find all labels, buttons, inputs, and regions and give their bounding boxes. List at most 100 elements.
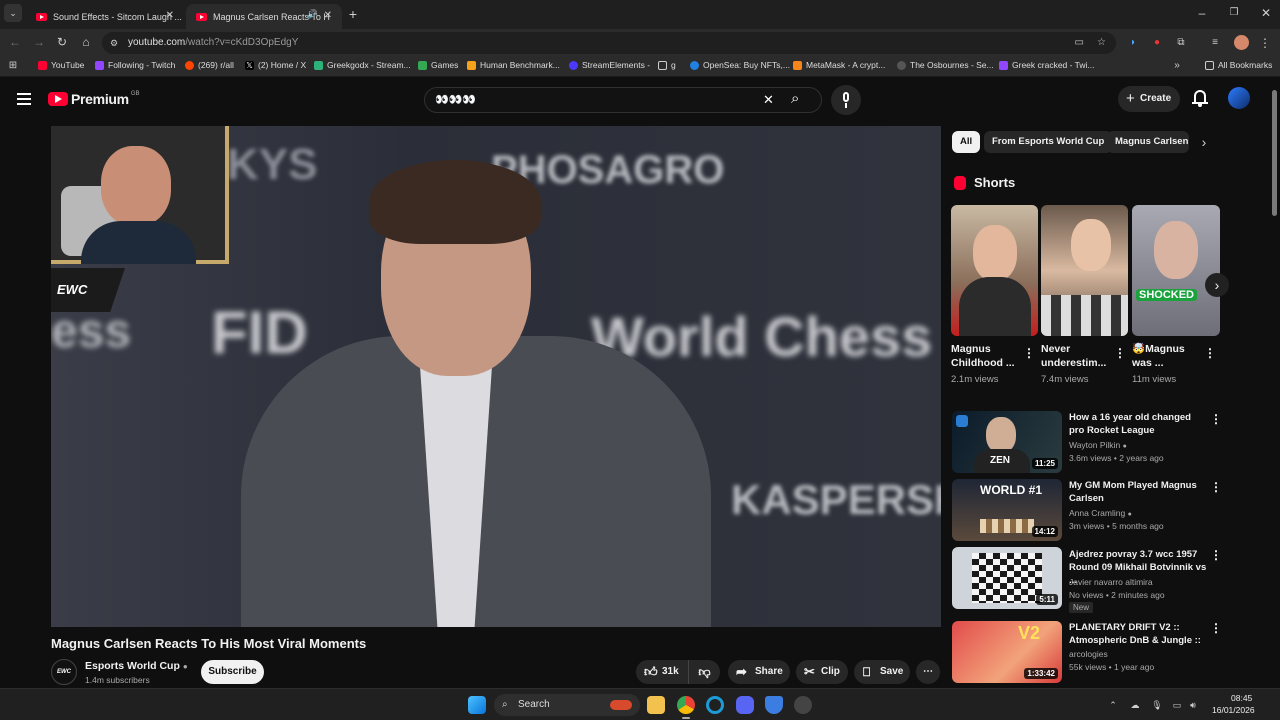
steam-icon[interactable] [794, 696, 812, 714]
short-more-icon[interactable]: ⋮ [1023, 346, 1035, 360]
chip-scroll-right-icon[interactable]: › [1196, 132, 1212, 152]
file-explorer-icon[interactable] [647, 696, 665, 714]
video-more-icon[interactable]: ⋮ [1210, 548, 1222, 562]
speaker-icon[interactable]: 🔊 [307, 9, 318, 20]
clear-search-icon[interactable]: ✕ [763, 92, 774, 108]
more-bookmarks-icon[interactable]: » [1170, 56, 1184, 76]
chip-all[interactable]: All [952, 131, 981, 153]
clock-date[interactable]: 16/01/2026 [1212, 705, 1255, 715]
profile-avatar[interactable] [1234, 35, 1249, 50]
channel-name[interactable]: arcologies [1069, 649, 1108, 659]
bookmark-folder-g[interactable]: g [658, 60, 676, 70]
tab-magnus-active[interactable]: Magnus Carlsen Reacts To H 🔊 ✕ [186, 4, 342, 29]
site-info-icon[interactable]: ⚙ [110, 32, 118, 54]
shield-app-icon[interactable] [765, 696, 783, 714]
short-more-icon[interactable]: ⋮ [1114, 346, 1126, 360]
channel-name[interactable]: Esports World Cup ● [85, 660, 188, 672]
bookmark-osbournes[interactable]: The Osbournes - Se... [897, 60, 994, 70]
bookmark-x[interactable]: 𝕏 (2) Home / X [245, 60, 306, 70]
short-thumbnail[interactable]: SHOCKED [1132, 205, 1220, 336]
maximize-icon[interactable]: ❐ [1224, 3, 1244, 23]
tab-sound-effects[interactable]: Sound Effects - Sitcom Laugh ... ✕ [26, 4, 184, 29]
channel-avatar[interactable] [1228, 87, 1250, 109]
close-icon[interactable]: ✕ [324, 10, 332, 21]
bookmark-metamask[interactable]: MetaMask - A crypt... [793, 60, 885, 70]
video-more-icon[interactable]: ⋮ [1210, 480, 1222, 494]
bookmark-opensea[interactable]: OpenSea: Buy NFTs,... [690, 60, 790, 70]
media-icon[interactable]: ≡ [1206, 33, 1224, 53]
extensions-puzzle-icon[interactable]: ⧉ [1172, 33, 1190, 53]
clip-button[interactable]: ✂ Clip [796, 660, 848, 684]
apps-grid-icon[interactable]: ⊞ [6, 56, 20, 76]
video-more-icon[interactable]: ⋮ [1210, 621, 1222, 635]
short-thumbnail[interactable] [1041, 205, 1128, 336]
bookmark-reddit[interactable]: (269) r/all [185, 60, 234, 70]
video-thumbnail[interactable]: 5:11 [952, 547, 1062, 609]
app-c-icon[interactable] [706, 696, 724, 714]
video-player[interactable]: KYS PHOSAGRO FID World Chess ess KASPERS… [51, 126, 941, 627]
menu-kebab-icon[interactable]: ⋮ [1258, 33, 1272, 53]
close-icon[interactable]: ✕ [166, 10, 174, 21]
bookmark-greek-cracked[interactable]: Greek cracked - Twi... [999, 60, 1095, 70]
voice-search-icon[interactable] [831, 85, 861, 115]
page-scrollbar[interactable] [1272, 90, 1277, 216]
channel-name[interactable]: Wayton Pilkin ● [1069, 440, 1127, 450]
search-input[interactable]: 👀👀👀 ✕ ⌕ [424, 87, 822, 113]
tray-onedrive-icon[interactable]: ☁ [1128, 695, 1142, 715]
more-actions-button[interactable]: ⋯ [916, 660, 940, 684]
minimize-icon[interactable]: – [1192, 3, 1212, 23]
video-thumbnail[interactable]: ZEN 11:25 [952, 411, 1062, 473]
hamburger-menu-icon[interactable] [17, 93, 31, 105]
url-input[interactable]: ⚙ youtube.com/watch?v=cKdD3OpEdgY ▭ ☆ [102, 32, 1116, 54]
forward-icon[interactable]: → [30, 32, 48, 52]
bookmark-star-icon[interactable]: ☆ [1097, 32, 1106, 54]
video-title-link[interactable]: How a 16 year old changed pro Rocket Lea… [1069, 411, 1207, 437]
windows-start-icon[interactable] [468, 696, 486, 714]
dislike-button[interactable]: 👎︎ [688, 660, 720, 684]
extension-red-icon[interactable]: ● [1148, 33, 1166, 53]
video-thumbnail[interactable]: WORLD #1 14:12 [952, 479, 1062, 541]
reload-icon[interactable]: ↻ [53, 32, 71, 52]
new-tab-icon[interactable]: + [344, 4, 362, 24]
channel-avatar[interactable]: EWC [51, 659, 77, 685]
share-button[interactable]: ➦ Share [728, 660, 790, 684]
video-thumbnail[interactable]: V2 1:33:42 [952, 621, 1062, 683]
youtube-premium-logo[interactable]: Premium GB [48, 91, 139, 107]
short-title[interactable]: Never underestim... [1041, 342, 1111, 370]
short-more-icon[interactable]: ⋮ [1204, 346, 1216, 360]
tray-display-icon[interactable]: ▭ [1170, 695, 1184, 715]
tray-mic-icon[interactable]: 🎙︎ [1150, 695, 1164, 715]
video-title-link[interactable]: PLANETARY DRIFT V2 :: Atmospheric DnB & … [1069, 621, 1207, 647]
create-button[interactable]: + Create [1118, 86, 1180, 112]
bookmark-streamelements[interactable]: StreamElements - [569, 60, 650, 70]
chip-from-esports-world-cup[interactable]: From Esports World Cup [984, 131, 1113, 153]
notifications-bell-icon[interactable] [1192, 90, 1208, 108]
short-thumbnail[interactable] [951, 205, 1038, 336]
bookmark-greekgodx[interactable]: Greekgodx - Stream... [314, 60, 411, 70]
close-window-icon[interactable]: ✕ [1256, 3, 1276, 23]
channel-name[interactable]: Javier navarro altimira [1069, 577, 1153, 587]
bookmark-twitch[interactable]: Following - Twitch [95, 60, 175, 70]
search-icon[interactable]: ⌕ [791, 90, 799, 107]
shorts-next-button[interactable]: › [1205, 273, 1229, 297]
channel-name[interactable]: Anna Cramling ● [1069, 508, 1132, 518]
back-icon[interactable]: ← [6, 32, 24, 52]
home-icon[interactable]: ⌂ [77, 32, 95, 52]
bookmark-human-benchmark[interactable]: Human Benchmark... [467, 60, 560, 70]
discord-icon[interactable] [736, 696, 754, 714]
short-title[interactable]: Magnus Childhood ... [951, 342, 1019, 370]
tab-search-icon[interactable]: ⌄ [4, 4, 22, 22]
chip-magnus-carlsen[interactable]: Magnus Carlsen [1107, 131, 1189, 153]
bookmark-youtube[interactable]: YouTube [38, 60, 84, 70]
save-button[interactable]: ⎕ Save [854, 660, 910, 684]
bookmark-games[interactable]: Games [418, 60, 458, 70]
extension-icon[interactable]: ◗ [1124, 33, 1142, 53]
cast-icon[interactable]: ▭ [1075, 32, 1084, 54]
all-bookmarks[interactable]: All Bookmarks [1205, 60, 1272, 70]
like-button[interactable]: 👍︎ 31k [636, 660, 688, 684]
video-more-icon[interactable]: ⋮ [1210, 412, 1222, 426]
clock-time[interactable]: 08:45 [1231, 693, 1252, 703]
show-hidden-icons[interactable]: ⌃ [1106, 695, 1120, 715]
video-title-link[interactable]: My GM Mom Played Magnus Carlsen [1069, 479, 1207, 505]
subscribe-button[interactable]: Subscribe [201, 660, 264, 684]
